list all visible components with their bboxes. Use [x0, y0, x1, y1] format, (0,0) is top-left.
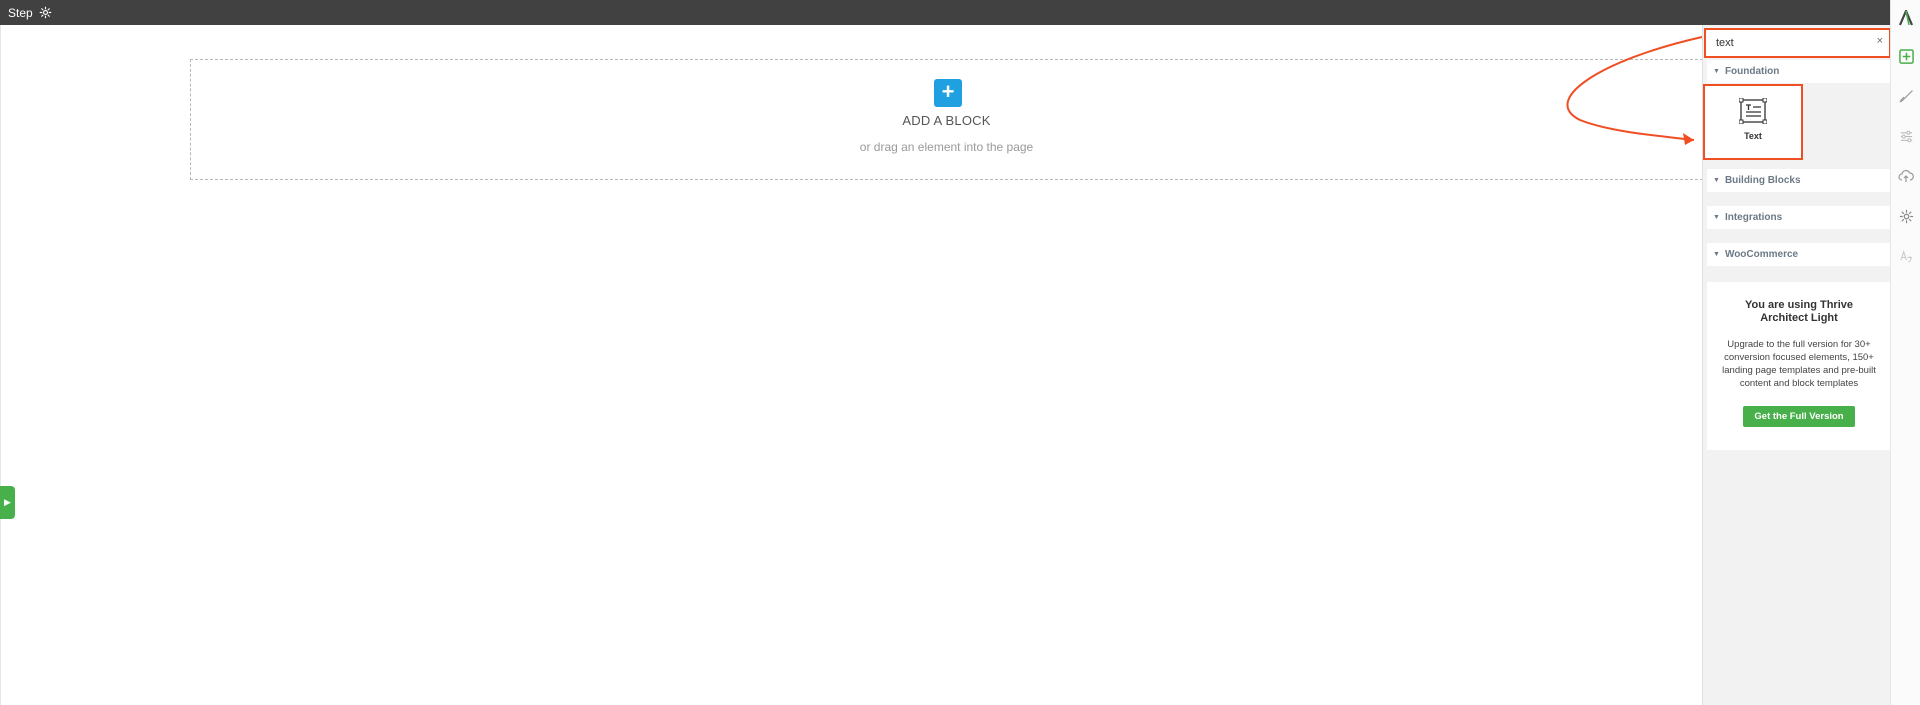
brush-icon[interactable]	[1898, 88, 1914, 104]
page-title: Step	[8, 5, 33, 20]
caret-down-icon: ▼	[1713, 177, 1720, 184]
gear-icon[interactable]	[1898, 208, 1914, 224]
text-element-icon	[1738, 97, 1768, 129]
search-box[interactable]: ×	[1704, 28, 1891, 58]
editor-canvas: + ADD A BLOCK or drag an element into th…	[0, 25, 1703, 705]
cloud-upload-icon[interactable]	[1898, 168, 1914, 184]
caret-down-icon: ▼	[1713, 68, 1720, 75]
chevron-right-icon: ▶	[4, 497, 11, 507]
clear-search-icon[interactable]: ×	[1877, 35, 1883, 47]
section-foundation[interactable]: ▼ Foundation	[1707, 60, 1891, 83]
add-block-button[interactable]: +	[934, 79, 962, 107]
element-label: Text	[1744, 131, 1762, 141]
translate-icon[interactable]	[1898, 248, 1914, 264]
add-block-subtitle: or drag an element into the page	[859, 140, 1034, 154]
add-element-icon[interactable]	[1898, 48, 1914, 64]
right-icon-rail	[1890, 0, 1920, 705]
elements-panel: × ▼ Foundation Text ▼ Building Blocks ▼ …	[1702, 25, 1891, 705]
get-full-version-button[interactable]: Get the Full Version	[1743, 406, 1855, 427]
search-input[interactable]	[1706, 30, 1889, 56]
top-bar: Step	[0, 0, 1920, 25]
section-label: Integrations	[1724, 212, 1783, 223]
caret-down-icon: ▼	[1713, 251, 1720, 258]
sidebar-toggle-button[interactable]: ▶	[0, 486, 15, 519]
plus-icon: +	[941, 79, 955, 104]
gear-icon[interactable]	[39, 6, 52, 19]
logo-icon[interactable]	[1898, 10, 1914, 26]
sliders-icon[interactable]	[1898, 128, 1914, 144]
promo-title: You are using Thrive Architect Light	[1745, 299, 1853, 324]
element-text[interactable]: Text	[1703, 84, 1803, 160]
add-block-label: ADD A BLOCK	[902, 113, 991, 128]
caret-down-icon: ▼	[1713, 214, 1720, 221]
promo-text: Upgrade to the full version for 30+ conv…	[1722, 339, 1876, 389]
section-label: WooCommerce	[1724, 249, 1799, 260]
add-block-dropzone[interactable]: + ADD A BLOCK or drag an element into th…	[190, 59, 1703, 180]
section-building-blocks[interactable]: ▼ Building Blocks	[1707, 169, 1891, 192]
section-woocommerce[interactable]: ▼ WooCommerce	[1707, 243, 1891, 266]
section-label: Foundation	[1724, 66, 1780, 77]
upgrade-promo: You are using Thrive Architect Light Upg…	[1707, 282, 1891, 450]
section-integrations[interactable]: ▼ Integrations	[1707, 206, 1891, 229]
section-label: Building Blocks	[1724, 175, 1801, 186]
